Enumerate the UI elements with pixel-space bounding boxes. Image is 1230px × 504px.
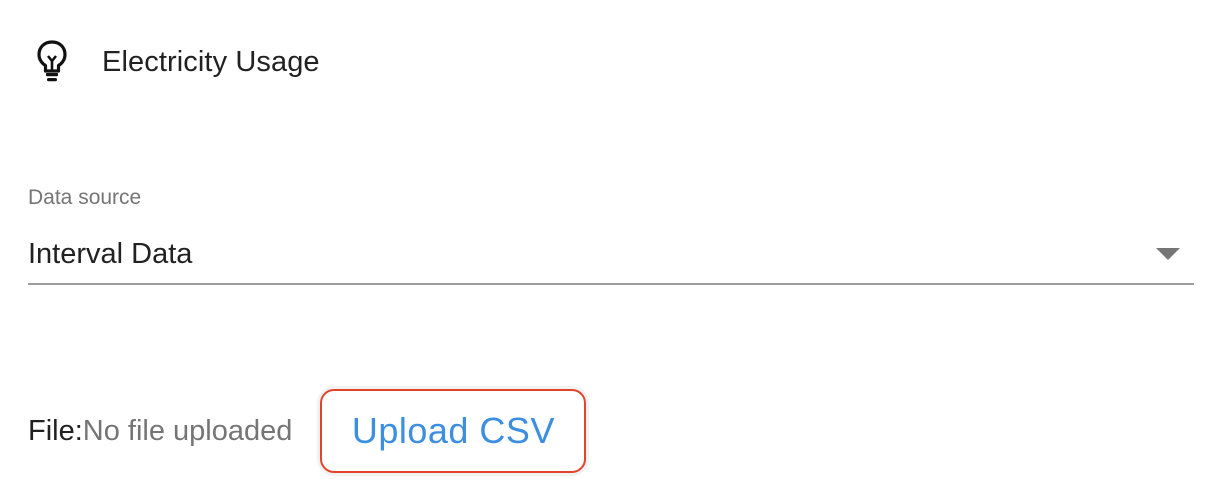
data-source-label: Data source: [28, 186, 142, 209]
upload-csv-button[interactable]: Upload CSV: [320, 389, 587, 473]
lightbulb-icon: [36, 38, 68, 86]
data-source-select[interactable]: Data source Interval Data: [28, 186, 1194, 286]
section-header: Electricity Usage: [36, 38, 320, 86]
electricity-usage-panel: Electricity Usage Data source Interval D…: [0, 0, 1230, 504]
file-status: No file uploaded: [82, 414, 293, 447]
select-underline: [28, 283, 1194, 285]
dropdown-arrow-icon[interactable]: [1156, 248, 1180, 260]
file-upload-row: File: No file uploaded Upload CSV: [28, 384, 587, 478]
data-source-selected-value: Interval Data: [28, 238, 193, 270]
file-label: File:: [28, 414, 83, 447]
section-title: Electricity Usage: [102, 45, 320, 78]
